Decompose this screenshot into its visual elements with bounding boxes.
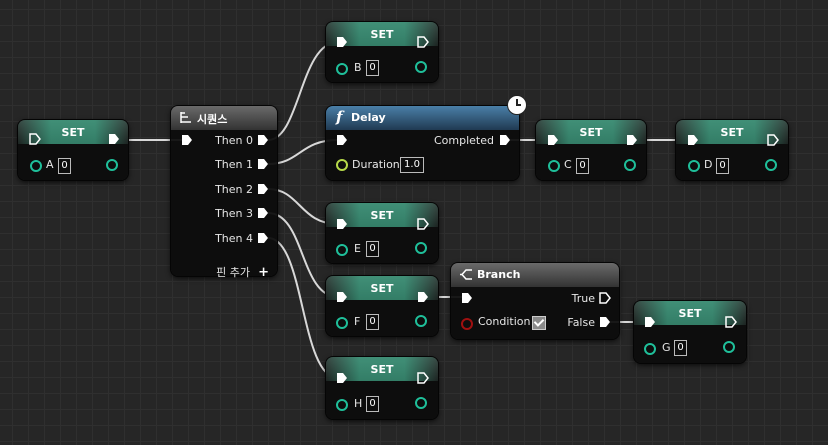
exec-out-pin[interactable] xyxy=(108,133,120,145)
var-name: D xyxy=(704,158,713,171)
var-name: C xyxy=(564,158,572,171)
float-out-pin[interactable] xyxy=(415,315,427,327)
value-field[interactable]: 0 xyxy=(366,314,379,330)
exec-in-pin[interactable] xyxy=(644,316,656,328)
exec-out-pin[interactable] xyxy=(417,218,429,230)
false-pin[interactable] xyxy=(599,316,611,328)
set-node-f[interactable]: SET F 0 xyxy=(326,276,438,336)
set-node-h[interactable]: SET H 0 xyxy=(326,357,438,419)
then-0-pin[interactable] xyxy=(257,134,269,146)
branch-icon xyxy=(460,269,472,280)
exec-in-pin[interactable] xyxy=(336,372,348,384)
clock-icon xyxy=(507,95,527,115)
then-3-pin[interactable] xyxy=(257,207,269,219)
set-node-e[interactable]: SET E 0 xyxy=(326,203,438,263)
then-1-pin[interactable] xyxy=(257,158,269,170)
condition-pin[interactable] xyxy=(461,318,473,330)
condition-checkbox[interactable] xyxy=(532,316,546,330)
false-label: False xyxy=(567,316,595,329)
duration-field[interactable]: 1.0 xyxy=(400,157,424,173)
set-node-a[interactable]: SET A 0 xyxy=(18,120,128,180)
sequence-icon xyxy=(180,112,191,123)
float-in-pin[interactable] xyxy=(548,160,560,172)
sequence-node[interactable]: 시퀀스 Then 0 Then 1 Then 2 Then 3 Then 4 핀… xyxy=(171,106,277,280)
var-name: G xyxy=(662,341,671,354)
float-out-pin[interactable] xyxy=(624,159,636,171)
then-3-label: Then 3 xyxy=(215,207,253,220)
float-in-pin[interactable] xyxy=(644,343,656,355)
then-4-pin[interactable] xyxy=(257,232,269,244)
duration-pin[interactable] xyxy=(336,159,348,171)
var-name: E xyxy=(354,242,361,255)
completed-pin[interactable] xyxy=(499,134,511,146)
then-2-label: Then 2 xyxy=(215,183,253,196)
exec-out-pin[interactable] xyxy=(417,36,429,48)
value-field[interactable]: 0 xyxy=(674,340,687,356)
node-header: Branch xyxy=(451,263,619,287)
set-node-d[interactable]: SET D 0 xyxy=(676,120,788,180)
value-field[interactable]: 0 xyxy=(576,158,589,174)
value-field[interactable]: 0 xyxy=(366,241,379,257)
float-out-pin[interactable] xyxy=(106,159,118,171)
exec-in-pin[interactable] xyxy=(336,291,348,303)
value-field[interactable]: 0 xyxy=(366,396,379,412)
set-node-g[interactable]: SET G 0 xyxy=(634,301,746,363)
add-pin-label: 핀 추가 xyxy=(216,266,250,279)
exec-out-pin[interactable] xyxy=(626,134,638,146)
exec-in-pin[interactable] xyxy=(29,133,41,145)
condition-label: Condition xyxy=(478,315,531,328)
true-pin[interactable] xyxy=(599,292,611,304)
duration-label: Duration xyxy=(352,158,400,171)
exec-out-pin[interactable] xyxy=(725,316,737,328)
float-out-pin[interactable] xyxy=(415,61,427,73)
exec-out-pin[interactable] xyxy=(767,134,779,146)
plus-icon: + xyxy=(258,265,269,280)
float-in-pin[interactable] xyxy=(336,317,348,329)
exec-out-pin[interactable] xyxy=(417,291,429,303)
completed-label: Completed xyxy=(434,134,494,147)
var-name: A xyxy=(46,158,54,171)
node-header: 시퀀스 xyxy=(171,106,277,130)
float-out-pin[interactable] xyxy=(765,159,777,171)
then-4-label: Then 4 xyxy=(215,232,253,245)
node-header: f Delay xyxy=(326,106,519,130)
float-in-pin[interactable] xyxy=(336,63,348,75)
set-node-b[interactable]: SET B 0 xyxy=(326,22,438,82)
value-field[interactable]: 0 xyxy=(58,158,71,174)
exec-in-pin[interactable] xyxy=(181,134,193,146)
var-name: H xyxy=(354,397,363,410)
exec-out-pin[interactable] xyxy=(417,372,429,384)
then-2-pin[interactable] xyxy=(257,183,269,195)
delay-node[interactable]: f Delay Completed Duration 1.0 xyxy=(326,95,527,180)
exec-in-pin[interactable] xyxy=(336,218,348,230)
float-out-pin[interactable] xyxy=(415,242,427,254)
branch-node[interactable]: Branch True Condition False xyxy=(451,263,619,339)
var-name: F xyxy=(354,315,361,328)
float-in-pin[interactable] xyxy=(688,160,700,172)
float-out-pin[interactable] xyxy=(415,397,427,409)
float-in-pin[interactable] xyxy=(30,160,42,172)
exec-in-pin[interactable] xyxy=(687,134,699,146)
value-field[interactable]: 0 xyxy=(366,60,379,76)
function-icon: f xyxy=(336,108,343,126)
true-label: True xyxy=(571,292,595,305)
add-pin-button[interactable]: 핀 추가 + xyxy=(216,261,269,280)
exec-in-pin[interactable] xyxy=(336,36,348,48)
float-in-pin[interactable] xyxy=(336,244,348,256)
var-name: B xyxy=(354,61,362,74)
exec-in-pin[interactable] xyxy=(547,134,559,146)
then-0-label: Then 0 xyxy=(215,134,253,147)
exec-in-pin[interactable] xyxy=(336,134,348,146)
exec-in-pin[interactable] xyxy=(461,292,473,304)
set-node-c[interactable]: SET C 0 xyxy=(536,120,646,180)
then-1-label: Then 1 xyxy=(215,158,253,171)
float-in-pin[interactable] xyxy=(336,399,348,411)
float-out-pin[interactable] xyxy=(723,341,735,353)
value-field[interactable]: 0 xyxy=(716,158,729,174)
